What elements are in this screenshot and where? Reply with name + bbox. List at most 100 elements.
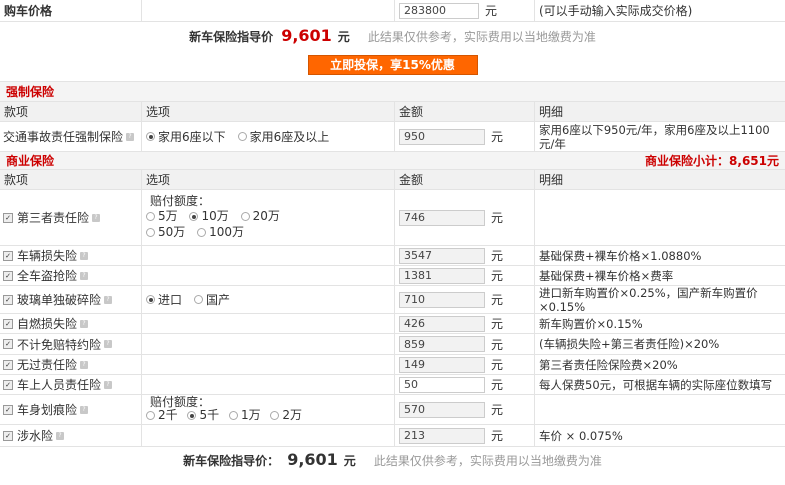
header-amount: 金额 [395, 170, 535, 189]
amount-input[interactable] [399, 356, 485, 373]
row-amount-cell: 元 [395, 425, 535, 446]
buy-insurance-button[interactable]: 立即投保，享15%优惠 [307, 54, 478, 75]
row-option-cell [142, 314, 395, 333]
checkbox-icon[interactable]: ✓ [3, 250, 13, 261]
coverage-option-500k[interactable]: 50万 [146, 225, 185, 240]
row-option-cell [142, 246, 395, 265]
row-amount-cell: 元 [395, 286, 535, 313]
glass-row: ✓玻璃单独破碎险? 进口 国产 元 进口新车购置价×0.25%，国产新车购置价×… [0, 286, 785, 314]
question-icon[interactable]: ? [80, 271, 89, 280]
checkbox-icon[interactable]: ✓ [3, 404, 13, 415]
row-name-cell[interactable]: ✓ 车身划痕险? [0, 395, 142, 424]
scratch-option-2k[interactable]: 2千 [146, 409, 178, 422]
amount-input[interactable] [399, 315, 485, 332]
radio-icon [146, 132, 155, 141]
table-row: ✓车辆损失险? 元 基础保费+裸车价格×1.0880% [0, 246, 785, 266]
commercial-header: 款项 选项 金额 明细 [0, 170, 785, 190]
question-icon[interactable]: ? [80, 319, 89, 328]
row-name-cell[interactable]: ✓ 车辆损失险? [0, 246, 142, 265]
table-row: ✓全车盗抢险? 元 基础保费+裸车价格×费率 [0, 266, 785, 286]
row-option-cell [142, 266, 395, 285]
row-detail: 车价 × 0.075% [539, 428, 623, 443]
checkbox-icon[interactable]: ✓ [3, 339, 13, 349]
question-icon[interactable]: ? [56, 431, 65, 440]
row-amount-cell: 元 [395, 395, 535, 424]
coverage-option-100k[interactable]: 10万 [189, 209, 229, 224]
coverage-option-200k[interactable]: 20万 [240, 209, 280, 224]
question-icon[interactable]: ? [80, 360, 89, 369]
row-option-cell [142, 355, 395, 374]
guide-bottom: 新车保险指导价： 9,601 元 此结果仅供参考，实际费用以当地缴费为准 [0, 447, 785, 471]
row-amount-cell: 元 [395, 375, 535, 394]
car-price-unit: 元 [485, 4, 498, 18]
coverage-label: 赔付额度： [150, 194, 211, 208]
table-row: ✓不计免赔特约险? 元 (车辆损失险+第三者责任险)×20% [0, 334, 785, 355]
wading-row: ✓涉水险? 元 车价 × 0.075% [0, 425, 785, 447]
guide-top-note: 此结果仅供参考，实际费用以当地缴费为准 [367, 29, 596, 44]
question-icon[interactable]: ? [80, 251, 89, 260]
row-option-cell [142, 334, 395, 354]
row-detail: (车辆损失险+第三者责任险)×20% [539, 337, 720, 351]
guide-top: 新车保险指导价 9,601 元 此结果仅供参考，实际费用以当地缴费为准 [0, 22, 785, 48]
row-name-cell[interactable]: ✓ 无过责任险? [0, 355, 142, 374]
row-amount-cell: 元 [395, 355, 535, 374]
compulsory-name: 交通事故责任强制保险 [3, 130, 124, 144]
third-party-detail [535, 190, 785, 245]
question-icon[interactable]: ? [104, 340, 113, 348]
third-party-amount-input[interactable] [399, 209, 485, 226]
checkbox-icon[interactable]: ✓ [3, 379, 13, 390]
row-detail: 进口新车购置价×0.25%，国产新车购置价×0.15% [539, 285, 758, 314]
guide-top-unit: 元 [337, 29, 350, 44]
checkbox-icon[interactable]: ✓ [3, 430, 13, 441]
row-name-cell[interactable]: ✓ 玻璃单独破碎险? [0, 286, 142, 313]
glass-domestic-option[interactable]: 国产 [194, 291, 230, 308]
header-item: 款项 [0, 102, 142, 121]
amount-input[interactable] [399, 247, 485, 264]
third-party-name-cell[interactable]: ✓ 第三者责任险? [0, 190, 142, 245]
guide-bottom-label: 新车保险指导价： [183, 453, 280, 468]
scratch-option-5k[interactable]: 5千 [187, 409, 219, 422]
third-party-options: 赔付额度： 5万 10万 20万 50万 100万 [142, 190, 395, 245]
row-name-cell[interactable]: ✓ 自燃损失险? [0, 314, 142, 333]
header-option: 选项 [142, 170, 395, 189]
scratch-option-20k[interactable]: 2万 [270, 409, 302, 422]
checkbox-icon[interactable]: ✓ [3, 212, 13, 223]
question-icon[interactable]: ? [104, 295, 113, 304]
question-icon[interactable]: ? [92, 213, 101, 222]
amount-input[interactable] [399, 336, 485, 352]
row-amount-cell: 元 [395, 314, 535, 333]
amount-input[interactable] [399, 401, 485, 418]
header-item: 款项 [0, 170, 142, 189]
question-icon[interactable]: ? [80, 405, 89, 414]
amount-input[interactable] [399, 376, 485, 393]
seat-under-6-option[interactable]: 家用6座以下 [146, 128, 226, 145]
question-icon[interactable]: ? [126, 132, 135, 141]
coverage-option-1m[interactable]: 100万 [197, 225, 244, 240]
amount-input[interactable] [399, 267, 485, 284]
compulsory-name-cell: 交通事故责任强制保险? [0, 122, 142, 151]
scratch-option-10k[interactable]: 1万 [228, 409, 261, 422]
checkbox-icon[interactable]: ✓ [3, 359, 13, 370]
seat-6-plus-option[interactable]: 家用6座及以上 [237, 128, 329, 145]
question-icon[interactable]: ? [104, 380, 113, 389]
amount-input[interactable] [399, 291, 485, 308]
car-price-input[interactable] [399, 2, 479, 19]
checkbox-icon[interactable]: ✓ [3, 318, 13, 329]
row-detail: 基础保费+裸车价格×1.0880% [539, 248, 702, 263]
row-name-cell[interactable]: ✓ 全车盗抢险? [0, 266, 142, 285]
compulsory-header: 款项 选项 金额 明细 [0, 102, 785, 122]
checkbox-icon[interactable]: ✓ [3, 270, 13, 281]
row-name-cell[interactable]: ✓ 涉水险? [0, 425, 142, 446]
compulsory-title: 强制保险 [6, 85, 55, 99]
coverage-option-50k[interactable]: 5万 [146, 209, 178, 224]
amount-input[interactable] [399, 427, 485, 444]
row-detail: 基础保费+裸车价格×费率 [539, 268, 674, 283]
checkbox-icon[interactable]: ✓ [3, 294, 13, 305]
header-amount: 金额 [395, 102, 535, 121]
compulsory-amount-input[interactable] [399, 128, 485, 145]
commercial-title: 商业保险 [6, 154, 55, 168]
row-name-cell[interactable]: ✓ 车上人员责任险? [0, 375, 142, 394]
glass-import-option[interactable]: 进口 [146, 291, 182, 308]
row-name-cell[interactable]: ✓ 不计免赔特约险? [0, 334, 142, 354]
header-detail: 明细 [539, 173, 564, 187]
